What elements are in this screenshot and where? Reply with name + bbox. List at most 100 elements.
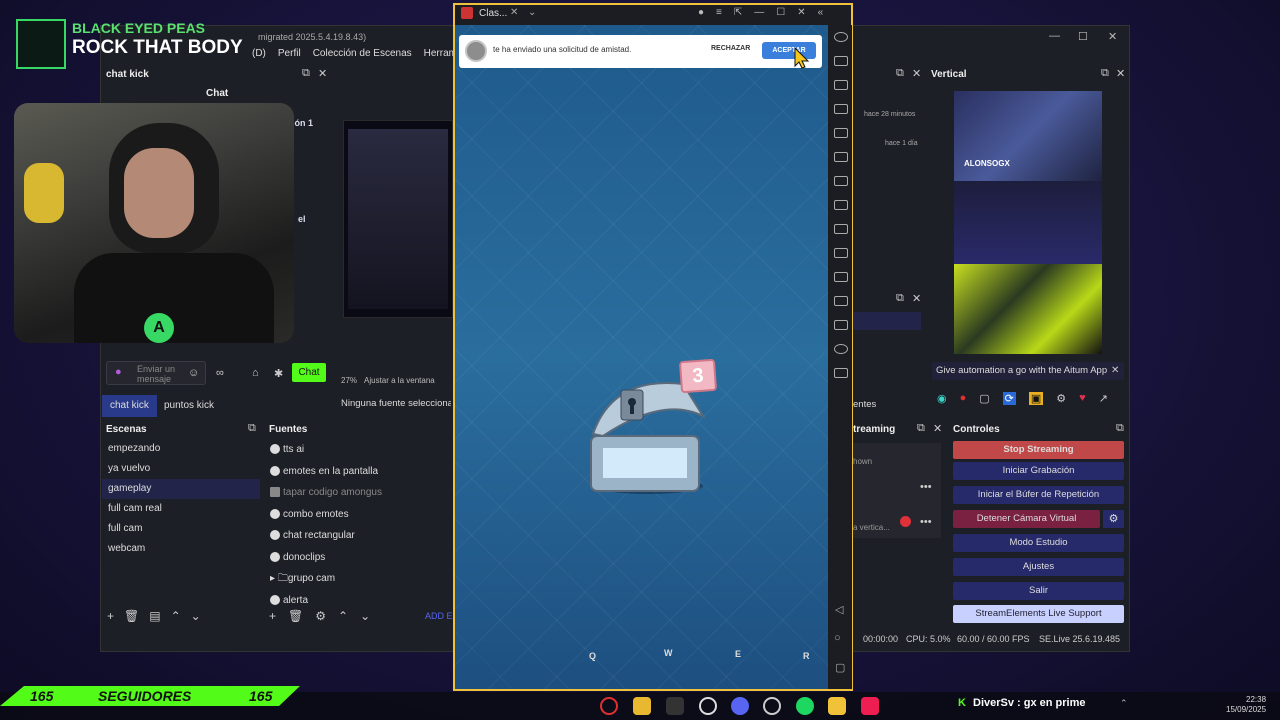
replay-buffer-button[interactable]: Iniciar el Búfer de Repetición [953,486,1124,504]
streamelements-support-button[interactable]: StreamElements Live Support [953,605,1124,623]
dock-undock-icon[interactable]: ⧉ [896,292,904,305]
dock-close-icon[interactable]: ✕ [933,422,942,435]
share-icon[interactable]: ↗ [1099,392,1108,405]
selected-row[interactable] [853,312,921,330]
back-icon[interactable]: ◁ [835,603,843,616]
record-icon[interactable] [834,248,848,258]
filter-icon[interactable]: ▤ [149,609,160,623]
more-options-icon[interactable]: ••• [920,516,932,528]
layers-icon[interactable] [834,368,848,378]
collapse-icon[interactable]: « [818,7,824,18]
dock-undock-icon[interactable]: ⧉ [896,67,904,80]
stream-toggle-icon[interactable]: ◉ [937,392,947,405]
close-icon[interactable]: ✕ [1108,30,1117,43]
settings-icon[interactable]: ✱ [274,367,283,380]
scene-item[interactable]: webcam [102,539,260,559]
exit-button[interactable]: Salir [953,582,1124,600]
undock-icon[interactable]: ⧉ [302,67,310,80]
delete-source-icon[interactable]: 🗑 [288,609,303,623]
screenshot-icon[interactable]: ▣ [1028,392,1044,405]
scene-item[interactable]: ya vuelvo [102,459,260,479]
close-icon[interactable]: ✕ [797,7,805,18]
dock-undock-icon[interactable]: ⧉ [1116,422,1124,435]
resize-icon[interactable]: ⇱ [734,7,742,18]
zoom-mode-select[interactable]: Ajustar a la ventana [364,376,435,385]
game-screen[interactable] [455,25,828,689]
source-down-icon[interactable]: ⌄ [360,609,370,623]
source-item[interactable]: tts ai [270,440,450,462]
scene-item[interactable]: full cam [102,519,260,539]
account-icon[interactable]: ● [698,7,704,18]
add-scene-icon[interactable]: + [107,609,114,623]
tab-close-icon[interactable]: ✕ [510,7,518,18]
delete-scene-icon[interactable]: 🗑 [124,609,139,623]
emulator-tab-title[interactable]: Clas... [479,8,507,19]
clock[interactable]: 22:38 15/09/2025 [1226,695,1266,715]
more-options-icon[interactable]: ••• [920,481,932,493]
home-icon[interactable]: ○ [834,632,841,644]
source-item[interactable]: combo emotes [270,505,450,527]
script-icon[interactable] [834,272,848,282]
store-icon[interactable]: ⌂ [252,367,259,379]
start-recording-button[interactable]: Iniciar Grabación [953,462,1124,480]
scene-item[interactable]: empezando [102,439,260,459]
scissors-icon[interactable] [834,224,848,234]
source-up-icon[interactable]: ⌃ [338,609,348,623]
tray-chevron-icon[interactable]: ⌃ [1120,698,1128,709]
virtual-camera-settings-icon[interactable]: ⚙ [1103,510,1124,528]
volume-down-icon[interactable] [834,104,848,114]
menu-item-d[interactable]: (D) [252,48,266,66]
source-item[interactable]: donoclips [270,548,450,570]
tab-dropdown-icon[interactable]: ⌄ [528,7,536,18]
dock-close-icon[interactable]: ✕ [318,67,327,80]
scenes-undock-icon[interactable]: ⧉ [248,422,256,435]
sidebar-tool-icon[interactable] [834,32,848,42]
keyboard-icon[interactable] [834,56,848,66]
maximize-icon[interactable]: ☐ [776,7,785,18]
link-icon[interactable]: ∞ [216,367,224,379]
obs-icon[interactable] [699,697,717,715]
chat-send-button[interactable]: Chat [292,363,326,382]
source-group[interactable]: ▸ 🗀grupo cam [270,569,450,591]
file-explorer-icon[interactable] [633,697,651,715]
aitum-banner[interactable]: Give automation a go with the Aitum App [932,362,1124,380]
phone-icon[interactable] [834,296,848,306]
source-item[interactable]: emotes en la pantalla [270,462,450,484]
discord-icon[interactable] [731,697,749,715]
aitum-close-icon[interactable]: ✕ [1111,365,1119,376]
heart-icon[interactable]: ♥ [1079,392,1086,405]
macro-icon[interactable] [834,200,848,210]
menu-item-colecciones[interactable]: Colección de Escenas [313,48,412,66]
stop-streaming-button[interactable]: Stop Streaming [953,441,1124,459]
epic-games-icon[interactable] [666,697,684,715]
dock-undock-icon[interactable]: ⧉ [917,422,925,435]
recent-apps-icon[interactable]: ▢ [835,661,845,674]
volume-up-icon[interactable] [834,80,848,90]
fuentes-tab-partial[interactable]: entes [853,399,876,410]
settings-icon[interactable]: ⚙ [1056,392,1066,405]
opera-icon[interactable] [600,697,618,715]
dock-close-icon[interactable]: ✕ [912,67,921,80]
folder-icon[interactable] [834,320,848,330]
tab-puntos-kick[interactable]: puntos kick [156,395,222,417]
scene-item[interactable]: full cam real [102,499,260,519]
tiktok-icon[interactable] [861,697,879,715]
minimize-icon[interactable]: — [1049,30,1060,42]
location-icon[interactable] [834,344,848,354]
stop-virtual-camera-button[interactable]: Detener Cámara Virtual [953,510,1100,528]
move-down-icon[interactable]: ⌄ [191,609,201,623]
steam-icon[interactable] [763,697,781,715]
replay-icon[interactable]: ⟳ [1002,392,1016,405]
emulator-icon[interactable] [828,697,846,715]
menu-item-perfil[interactable]: Perfil [278,48,301,66]
add-source-icon[interactable]: + [269,609,276,623]
apk-icon[interactable] [834,152,848,162]
stop-icon[interactable]: ▢ [979,392,989,405]
tab-chat-kick[interactable]: chat kick [102,395,157,417]
microphone-icon[interactable]: ● [115,366,122,378]
move-up-icon[interactable]: ⌃ [171,609,181,623]
menu-icon[interactable]: ≡ [716,7,722,18]
dock-close-icon[interactable]: ✕ [912,292,921,305]
expand-icon[interactable]: ▸ [270,573,278,584]
source-item[interactable]: chat rectangular [270,526,450,548]
